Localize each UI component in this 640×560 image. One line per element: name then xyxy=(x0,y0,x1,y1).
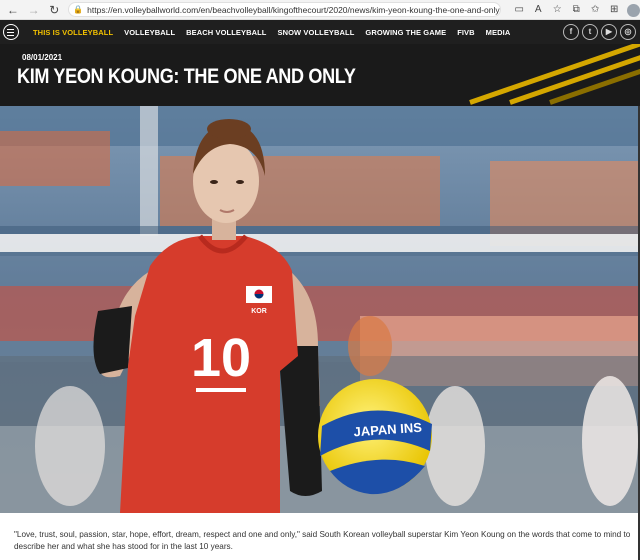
nav-snow-volleyball[interactable]: SNOW VOLLEYBALL xyxy=(278,28,355,37)
article-date: 08/01/2021 xyxy=(22,53,63,62)
profile-avatar[interactable] xyxy=(627,3,640,17)
decorative-stripe xyxy=(469,44,640,105)
address-bar[interactable]: 🔒 https://en.volleyballworld.com/en/beac… xyxy=(68,2,502,17)
reader-view-icon[interactable]: ▭ xyxy=(512,2,526,18)
hamburger-menu-icon[interactable] xyxy=(3,24,19,40)
collections-icon[interactable]: ⊞ xyxy=(607,2,621,18)
extensions-icon[interactable]: ⧉ xyxy=(569,2,583,18)
twitter-icon[interactable]: t xyxy=(582,24,598,40)
article-title: KIM YEON KOUNG: THE ONE AND ONLY xyxy=(17,65,356,88)
nav-this-is-volleyball[interactable]: THIS IS VOLLEYBALL xyxy=(33,28,113,37)
nav-beach-volleyball[interactable]: BEACH VOLLEYBALL xyxy=(186,28,266,37)
article-lead-paragraph: "Love, trust, soul, passion, star, hope,… xyxy=(14,530,631,551)
nav-growing-the-game[interactable]: GROWING THE GAME xyxy=(365,28,446,37)
facebook-icon[interactable]: f xyxy=(563,24,579,40)
back-button[interactable]: ← xyxy=(5,2,21,18)
read-aloud-icon[interactable]: A xyxy=(531,2,545,18)
instagram-icon[interactable]: ◎ xyxy=(620,24,636,40)
youtube-icon[interactable]: ▶ xyxy=(601,24,617,40)
jersey-number: 10 xyxy=(191,328,251,388)
favorite-star-icon[interactable]: ☆ xyxy=(550,2,564,18)
nav-fivb[interactable]: FIVB xyxy=(457,28,474,37)
forward-button[interactable]: → xyxy=(26,2,42,18)
hero-photo: 10 KOR JAPAN INS xyxy=(0,106,640,513)
browser-toolbar: ← → ↻ 🔒 https://en.volleyballworld.com/e… xyxy=(0,0,640,20)
player-photo-illustration: 10 KOR JAPAN INS xyxy=(0,106,640,513)
reload-button[interactable]: ↻ xyxy=(46,2,62,18)
site-navigation: THIS IS VOLLEYBALL VOLLEYBALL BEACH VOLL… xyxy=(0,20,640,44)
favorites-icon[interactable]: ✩ xyxy=(588,2,602,18)
nav-media[interactable]: MEDIA xyxy=(486,28,511,37)
article-header: 08/01/2021 KIM YEON KOUNG: THE ONE AND O… xyxy=(0,44,640,106)
url-text[interactable]: https://en.volleyballworld.com/en/beachv… xyxy=(87,5,500,15)
jersey-country: KOR xyxy=(251,308,267,315)
nav-volleyball[interactable]: VOLLEYBALL xyxy=(124,28,175,37)
browser-tools: ▭ A ☆ ⧉ ✩ ⊞ xyxy=(507,2,621,18)
social-links: f t ▶ ◎ xyxy=(560,24,636,40)
lock-icon[interactable]: 🔒 xyxy=(73,5,83,14)
